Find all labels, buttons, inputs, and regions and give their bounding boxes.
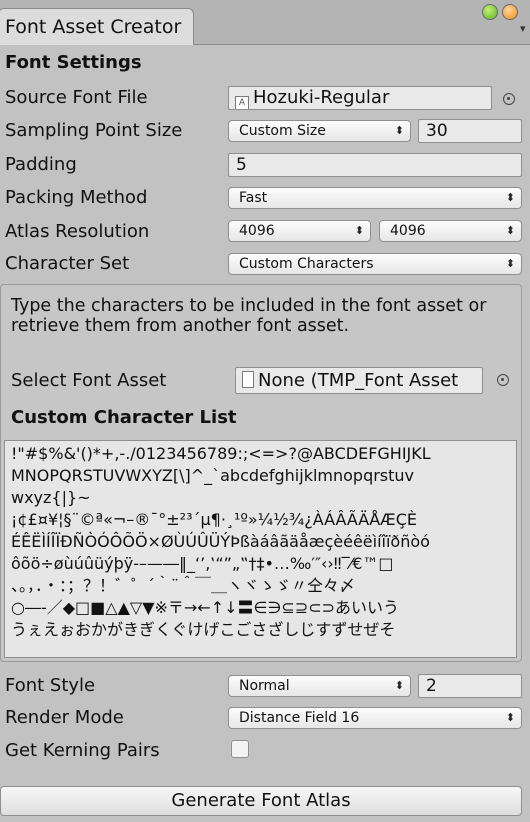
tab-font-asset-creator[interactable]: Font Asset Creator — [0, 8, 194, 45]
character-set-dropdown[interactable]: Custom Characters ⬍ — [228, 253, 522, 275]
dropdown-arrow-icon: ⬍ — [354, 224, 364, 237]
object-picker-icon[interactable] — [497, 374, 509, 386]
atlas-resolution-label: Atlas Resolution — [5, 221, 150, 242]
custom-character-list-textarea[interactable]: !"#$%&'()*+,-./0123456789:;<=>?@ABCDEFGH… — [4, 440, 517, 658]
char-line: うぇえぉおかがきぎくぐけげこごさざしじすずせぜそ — [11, 620, 396, 639]
source-font-file-value: Hozuki-Regular — [253, 87, 390, 108]
font-style-value: Normal — [239, 678, 290, 694]
dropdown-arrow-icon: ⬍ — [505, 224, 515, 237]
font-style-amount-input[interactable]: 2 — [418, 674, 522, 698]
object-picker-icon[interactable] — [503, 93, 515, 105]
char-line: ÉÊËÌÍÎÏÐÑÒÓÔÕÖ×ØÙÚÛÜÝÞßàáâãäåæçèéêëìíîïð… — [11, 532, 430, 551]
atlas-width-dropdown[interactable]: 4096 ⬍ — [228, 220, 371, 242]
char-line: 、。，．・：；？！゛゜´｀¨＾￣＿ヽヾゝゞ〃仝々〆 — [11, 576, 356, 595]
font-style-label: Font Style — [5, 675, 96, 696]
render-mode-dropdown[interactable]: Distance Field 16 ⬍ — [228, 707, 522, 729]
generate-font-atlas-button[interactable]: Generate Font Atlas — [0, 786, 522, 816]
atlas-height-dropdown[interactable]: 4096 ⬍ — [379, 220, 522, 242]
atlas-width-value: 4096 — [239, 223, 275, 239]
font-settings-title: Font Settings — [5, 52, 142, 73]
select-font-asset-field[interactable]: None (TMP_Font Asset — [235, 367, 483, 394]
custom-character-list-title: Custom Character List — [11, 407, 237, 428]
sampling-size-dropdown[interactable]: Custom Size ⬍ — [228, 120, 411, 142]
select-font-asset-value: None (TMP_Font Asset — [258, 370, 459, 391]
char-line: ○―‐／◆□■△▲▽▼※〒→←↑↓〓∈∋⊆⊇⊂⊃あいいう — [11, 598, 400, 617]
font-style-dropdown[interactable]: Normal ⬍ — [228, 675, 411, 697]
dropdown-arrow-icon: ⬍ — [394, 679, 404, 692]
source-font-file-label: Source Font File — [5, 87, 148, 108]
character-set-label: Character Set — [5, 253, 130, 274]
sampling-size-mode: Custom Size — [239, 123, 326, 139]
source-font-file-field[interactable]: A Hozuki-Regular — [228, 86, 492, 110]
char-line: ôõö÷øùúûüýþÿ‐–—―‖_‘’‚‛“”„‟†‡•…‰′″‹›‼‾⁄€™… — [11, 554, 394, 573]
char-line: !"#$%&'()*+,-./0123456789:;<=>?@ABCDEFGH… — [11, 444, 431, 463]
font-asset-icon — [242, 371, 254, 388]
help-text: Type the characters to be included in th… — [11, 296, 487, 336]
select-font-asset-label: Select Font Asset — [11, 370, 167, 391]
font-file-icon: A — [235, 96, 249, 109]
maximize-button[interactable] — [482, 4, 498, 20]
padding-label: Padding — [5, 154, 77, 175]
char-line: MNOPQRSTUVWXYZ[\]^_`abcdefghijklmnopqrst… — [11, 466, 415, 485]
dropdown-arrow-icon: ⬍ — [505, 711, 515, 724]
render-mode-label: Render Mode — [5, 707, 124, 728]
tab-bar: Font Asset Creator ▾ — [0, 0, 530, 45]
sampling-point-size-label: Sampling Point Size — [5, 120, 183, 141]
window-menu-icon[interactable]: ▾ — [520, 22, 526, 35]
packing-method-dropdown[interactable]: Fast ⬍ — [228, 187, 522, 209]
char-line: ¡¢£¤¥¦§¨©ª«¬–®¯°±²³´µ¶·¸¹º»¼½¾¿ÀÁÂÃÄÅÆÇÈ — [11, 510, 418, 529]
char-line: wxyz{|}~ — [11, 488, 91, 507]
render-mode-value: Distance Field 16 — [239, 710, 360, 726]
dropdown-arrow-icon: ⬍ — [505, 257, 515, 270]
atlas-height-value: 4096 — [390, 223, 426, 239]
packing-method-label: Packing Method — [5, 187, 148, 208]
dropdown-arrow-icon: ⬍ — [394, 124, 404, 137]
padding-input[interactable]: 5 — [228, 153, 522, 177]
sampling-point-size-input[interactable]: 30 — [418, 119, 522, 143]
kerning-checkbox[interactable] — [231, 740, 249, 758]
minimize-button[interactable] — [502, 4, 518, 20]
kerning-label: Get Kerning Pairs — [5, 740, 160, 761]
packing-method-value: Fast — [239, 190, 268, 206]
tab-title: Font Asset Creator — [5, 16, 182, 38]
character-set-value: Custom Characters — [239, 256, 374, 272]
dropdown-arrow-icon: ⬍ — [505, 191, 515, 204]
